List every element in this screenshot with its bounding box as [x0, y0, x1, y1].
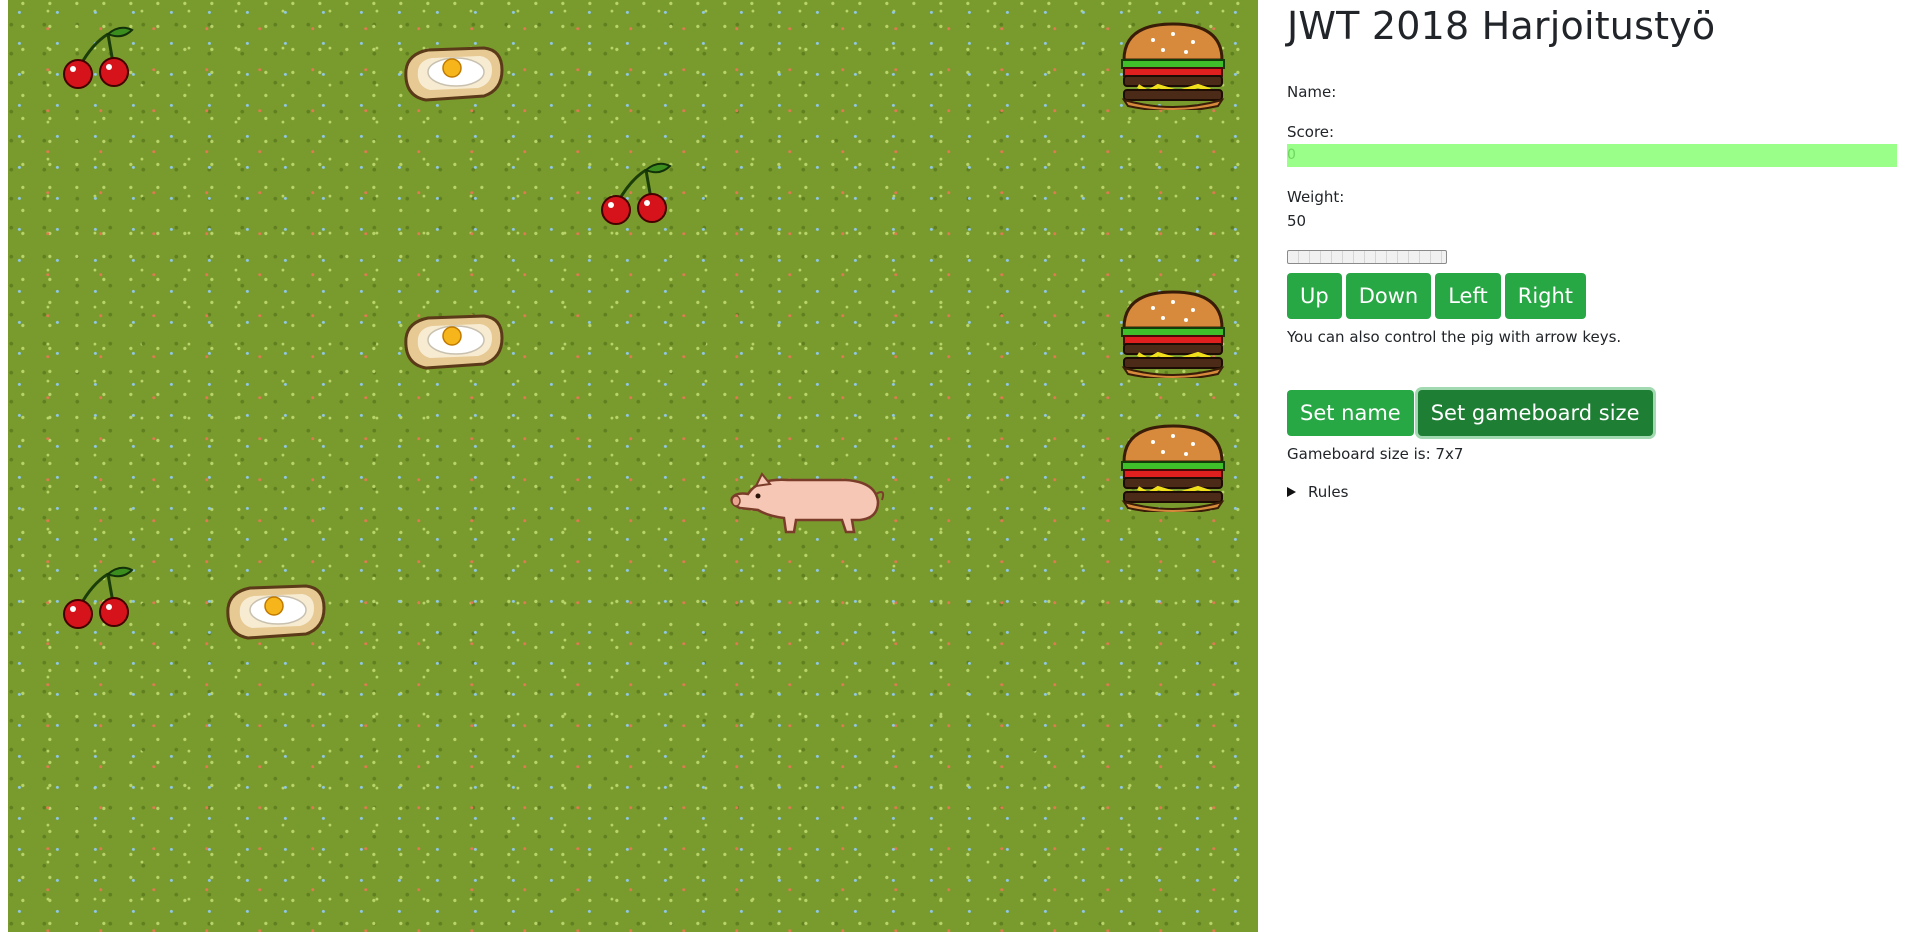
burger-icon: [1121, 424, 1225, 512]
side-panel: JWT 2018 Harjoitustyö Name: Score: 0 Wei…: [1287, 0, 1897, 932]
cherry-icon: [63, 26, 134, 89]
weight-label: Weight:: [1287, 188, 1345, 206]
set-name-button[interactable]: Set name: [1287, 390, 1414, 436]
cherry-icon: [63, 566, 134, 629]
up-button[interactable]: Up: [1287, 273, 1342, 319]
left-button[interactable]: Left: [1435, 273, 1501, 319]
burger-icon: [1121, 290, 1225, 378]
pig-icon: [730, 472, 885, 534]
rules-label: Rules: [1308, 483, 1349, 501]
egg-toast-icon: [404, 46, 504, 102]
egg-toast-icon: [226, 584, 326, 640]
down-button[interactable]: Down: [1345, 273, 1432, 319]
page-title: JWT 2018 Harjoitustyö: [1287, 4, 1716, 48]
gameboard-size-text: Gameboard size is: 7x7: [1287, 445, 1464, 463]
burger-icon: [1121, 22, 1225, 110]
score-value: 0: [1287, 147, 1296, 163]
name-label-text: Name:: [1287, 83, 1337, 101]
rules-toggle[interactable]: Rules: [1287, 483, 1348, 501]
set-gameboard-size-button[interactable]: Set gameboard size: [1417, 390, 1653, 436]
weight-value: 50: [1287, 212, 1307, 230]
score-display: 0: [1287, 144, 1897, 167]
score-label: Score:: [1287, 123, 1335, 141]
egg-toast-icon: [404, 314, 504, 370]
controls-hint: You can also control the pig with arrow …: [1287, 328, 1622, 346]
settings-controls: Set name Set gameboard size: [1287, 390, 1653, 436]
direction-controls: Up Down Left Right: [1287, 273, 1587, 319]
right-button[interactable]: Right: [1504, 273, 1587, 319]
game-board: [8, 0, 1258, 932]
disclosure-triangle-icon: [1287, 487, 1296, 497]
weight-progress-bar: [1287, 250, 1447, 264]
cherry-icon: [601, 162, 672, 225]
name-label: Name:: [1287, 83, 1336, 101]
